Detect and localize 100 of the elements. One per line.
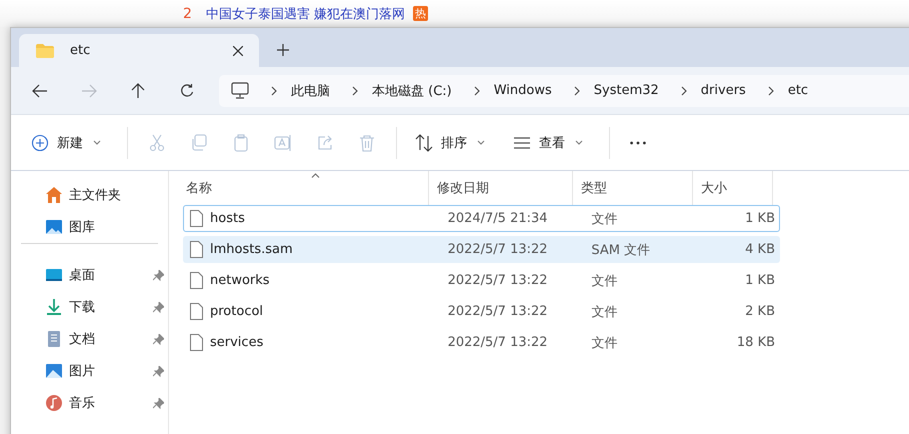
sidebar-item[interactable]: 下载: [11, 291, 168, 323]
tab-title: etc: [70, 43, 92, 58]
breadcrumb-item[interactable]: 此电脑: [291, 82, 330, 100]
table-cell-text: 2 KB: [744, 304, 776, 319]
up-arrow-icon[interactable]: [130, 82, 146, 98]
download-icon: [45, 298, 63, 316]
rename-icon: [274, 134, 292, 152]
column-header[interactable]: 名称: [173, 171, 429, 205]
table-cell-text: 文件: [590, 304, 618, 320]
chevron-icon: [352, 86, 358, 96]
chevron-icon: [768, 86, 774, 96]
table-cell-text: 2022/5/7 13:22: [446, 242, 549, 257]
sidebar-label: 文档: [69, 331, 96, 348]
gallery-icon: [45, 218, 63, 236]
sidebar-item[interactable]: 图片: [11, 355, 168, 387]
desktop-icon: [45, 266, 63, 284]
folder-tab[interactable]: etc: [19, 34, 259, 67]
close-icon[interactable]: [233, 46, 243, 56]
documents-icon: [45, 330, 63, 348]
sort-caret-icon: [311, 173, 320, 178]
file-name: services: [210, 335, 264, 350]
table-cell-text: 文件: [590, 210, 618, 228]
breadcrumb-item[interactable]: System32: [594, 83, 659, 98]
sidebar-label: 主文件夹: [69, 187, 122, 204]
table-cell-text: 2022/5/7 13:22: [446, 273, 549, 288]
trash-icon: [358, 134, 376, 152]
pin-icon[interactable]: [153, 366, 164, 376]
table-cell-text: 1 KB: [744, 211, 776, 226]
pin-icon[interactable]: [153, 302, 164, 312]
chevron-icon: [680, 86, 687, 96]
table-cell-text: 2024/7/5 21:34: [446, 211, 549, 226]
breadcrumb-item[interactable]: etc: [788, 83, 808, 98]
table-cell-text: 文件: [590, 334, 618, 352]
table-cell-text: 文件: [590, 272, 618, 290]
pin-icon[interactable]: [153, 398, 164, 408]
caret-icon: [575, 140, 583, 145]
share-icon: [316, 134, 334, 152]
file-row[interactable]: protocol 2022/5/7 13:22 文件 2 KB: [183, 298, 780, 325]
refresh-icon[interactable]: [179, 82, 195, 98]
file-row[interactable]: networks 2022/5/7 13:22 文件 1 KB: [183, 267, 780, 294]
table-cell-text: 2022/5/7 13:22: [446, 335, 549, 350]
breadcrumb-item[interactable]: Windows: [494, 83, 552, 98]
breadcrumb-item[interactable]: 本地磁盘 (C:): [372, 82, 452, 100]
file-icon: [190, 241, 203, 258]
sidebar-item[interactable]: 文档: [11, 323, 168, 355]
sidebar-label: 桌面: [69, 267, 96, 284]
sort-arrows-icon: [415, 134, 433, 152]
sidebar-label: 音乐: [69, 395, 96, 412]
pictures-icon: [45, 362, 63, 380]
add-tab-icon[interactable]: [277, 44, 289, 56]
column-header[interactable]: 修改日期: [429, 171, 573, 205]
rank-number: 2: [183, 6, 192, 22]
monitor-icon: [231, 82, 249, 99]
folder-icon: [36, 44, 54, 58]
file-icon: [190, 334, 203, 351]
add-circle-icon: [31, 134, 49, 152]
address-bar[interactable]: 此电脑 本地磁盘 (C:) Windows System32 drivers etc: [219, 74, 909, 106]
sidebar-item[interactable]: 桌面: [11, 259, 168, 291]
file-icon: [190, 303, 203, 320]
chevron-icon: [574, 86, 580, 96]
table-cell-text: 4 KB: [744, 242, 776, 257]
scissors-icon: [148, 134, 166, 152]
hot-badge: 热: [413, 6, 428, 21]
sidebar-item[interactable]: 音乐: [11, 387, 168, 419]
column-header[interactable]: 类型: [573, 171, 693, 205]
file-row[interactable]: lmhosts.sam 2022/5/7 13:22 SAM 文件 4 KB: [183, 236, 780, 263]
sort-button[interactable]: 排序: [405, 124, 495, 160]
caret-icon: [93, 140, 101, 145]
more-icon: [630, 140, 646, 144]
chevron-icon: [474, 86, 480, 96]
home-icon: [45, 186, 63, 204]
file-icon: [190, 210, 203, 227]
table-cell-text: 1 KB: [744, 273, 776, 288]
music-icon: [45, 394, 63, 412]
sidebar-label: 图库: [69, 219, 96, 236]
sidebar-item[interactable]: 图库: [11, 211, 168, 243]
view-button[interactable]: 查看: [503, 124, 593, 160]
back-arrow-icon[interactable]: [32, 82, 48, 98]
file-icon: [190, 272, 203, 289]
file-name: hosts: [210, 211, 245, 226]
sidebar-label: 图片: [69, 363, 96, 380]
new-button[interactable]: 新建: [21, 124, 111, 160]
clipboard-icon: [232, 134, 250, 152]
file-name: lmhosts.sam: [210, 242, 293, 257]
caret-icon: [477, 140, 485, 145]
breadcrumb-item[interactable]: drivers: [700, 83, 746, 98]
chevron-icon: [271, 86, 277, 96]
news-headline-link[interactable]: 中国女子泰国遇害 嫌犯在澳门落网: [206, 4, 406, 22]
sidebar-item[interactable]: 主文件夹: [11, 179, 168, 211]
pin-icon[interactable]: [153, 334, 164, 344]
table-cell-text: SAM 文件: [590, 242, 652, 258]
pin-icon[interactable]: [153, 270, 164, 280]
column-header[interactable]: 大小: [693, 171, 773, 205]
copy-icon: [190, 134, 208, 152]
file-name: networks: [210, 273, 270, 288]
table-cell-text: 2022/5/7 13:22: [446, 304, 549, 319]
file-row[interactable]: services 2022/5/7 13:22 文件 18 KB: [183, 329, 780, 356]
sidebar-label: 下载: [69, 299, 96, 316]
table-cell-text: 18 KB: [736, 335, 776, 350]
file-row[interactable]: hosts 2024/7/5 21:34 文件 1 KB: [183, 205, 780, 232]
